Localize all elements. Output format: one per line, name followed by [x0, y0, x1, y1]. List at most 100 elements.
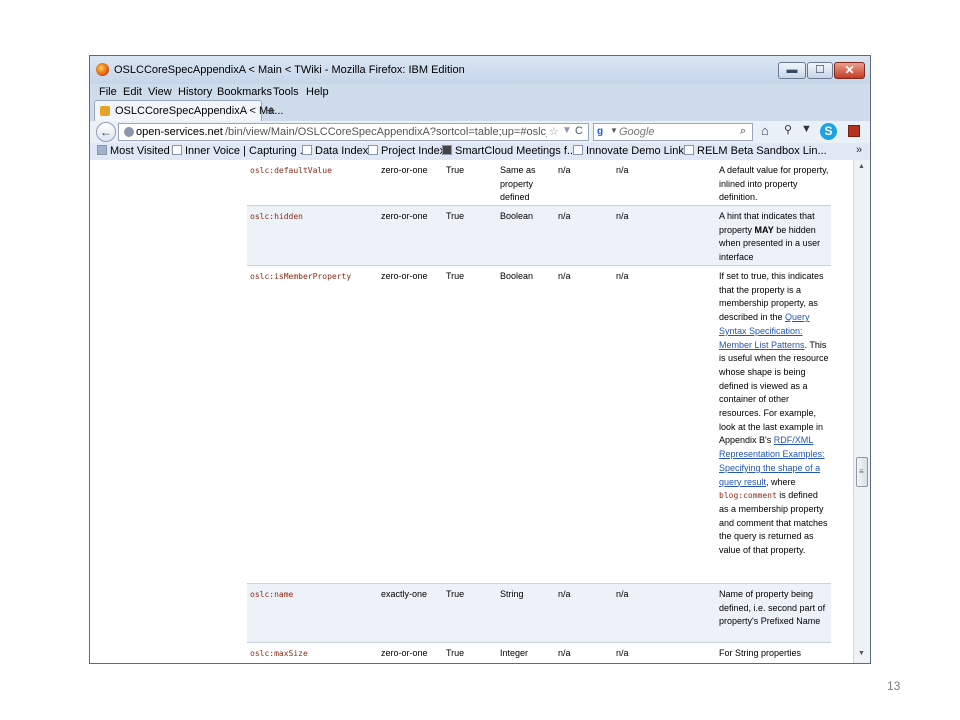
representation-cell: n/a [558, 589, 571, 599]
reload-icon[interactable]: C [575, 125, 583, 137]
menu-history[interactable]: History [178, 86, 212, 98]
occurs-cell: zero-or-one [381, 165, 428, 175]
read-only-cell: True [446, 271, 465, 281]
menu-file[interactable]: File [99, 86, 117, 98]
blog-comment-code: blog:comment [719, 491, 777, 501]
search-input[interactable]: Google [619, 126, 654, 138]
smartcloud-icon [442, 145, 452, 155]
menu-edit[interactable]: Edit [123, 86, 142, 98]
bookmark-project-index[interactable]: Project Index [368, 145, 445, 157]
description-cell: A default value for property, inlined in… [719, 165, 829, 203]
browser-window: OSLCCoreSpecAppendixA < Main < TWiki - M… [89, 55, 871, 664]
url-host: open-services.net [136, 126, 223, 138]
most-visited-icon [97, 145, 107, 155]
bookmark-smartcloud-meetings[interactable]: SmartCloud Meetings f... [442, 145, 576, 157]
new-tab-button[interactable]: + [262, 102, 280, 120]
menu-help[interactable]: Help [306, 86, 329, 98]
skype-icon[interactable]: S [820, 123, 837, 140]
page-icon [573, 145, 583, 155]
tab-strip: OSLCCoreSpecAppendixA < Ma... + [90, 100, 870, 121]
page-icon [684, 145, 694, 155]
value-type-cell: Same as property defined [500, 165, 536, 203]
description-cell: Name of property being defined, i.e. sec… [719, 589, 826, 627]
menu-tools[interactable]: Tools [273, 86, 299, 98]
grip-icon: ≡ [859, 467, 864, 476]
url-dropdown-icon[interactable]: ▼ [562, 125, 572, 136]
bookmark-data-index[interactable]: Data Index [302, 145, 368, 157]
read-only-cell: True [446, 589, 465, 599]
search-engine-dropdown-icon[interactable]: ▼ [610, 126, 618, 135]
menu-view[interactable]: View [148, 86, 172, 98]
close-window-button[interactable]: ✕ [834, 62, 865, 79]
occurs-cell: zero-or-one [381, 271, 428, 281]
addon-red-icon[interactable] [848, 125, 860, 137]
tab-title: OSLCCoreSpecAppendixA < Ma... [115, 105, 284, 117]
window-title: OSLCCoreSpecAppendixA < Main < TWiki - M… [114, 64, 465, 76]
scroll-up-arrow-icon[interactable]: ▲ [858, 163, 865, 170]
read-only-cell: True [446, 648, 465, 658]
bookmark-most-visited[interactable]: Most Visited [97, 145, 170, 157]
minimize-icon: ▬ [786, 64, 798, 76]
occurs-cell: zero-or-one [381, 648, 428, 658]
value-type-cell: Boolean [500, 271, 534, 281]
description-cell: For String properties [719, 648, 802, 658]
site-identity-icon[interactable] [124, 127, 134, 137]
back-button[interactable]: ← [96, 122, 116, 142]
maximize-button[interactable]: ☐ [807, 62, 833, 79]
google-icon[interactable]: g [597, 126, 608, 137]
bookmarks-overflow-icon[interactable]: » [856, 144, 862, 156]
property-name: oslc:defaultValue [250, 166, 332, 175]
representation-cell: n/a [558, 648, 571, 658]
representation-cell: n/a [558, 271, 571, 281]
home-icon[interactable]: ⌂ [761, 123, 769, 138]
close-icon: ✕ [844, 63, 855, 77]
value-type-cell: Boolean [500, 211, 534, 221]
search-bar[interactable]: g ▼ Google ⌕ [593, 123, 753, 141]
addon-dropdown-icon[interactable]: ▼ [801, 123, 812, 135]
title-bar: OSLCCoreSpecAppendixA < Main < TWiki - M… [90, 56, 870, 84]
representation-cell: n/a [558, 165, 571, 175]
bookmark-innovate-demo-links[interactable]: Innovate Demo Links [573, 145, 689, 157]
menu-bookmarks[interactable]: Bookmarks [217, 86, 272, 98]
addon-icon[interactable]: ⚲ [784, 123, 792, 136]
scrollbar-thumb[interactable]: ≡ [856, 457, 868, 487]
description-text: . This is useful when the resource whose… [719, 339, 829, 446]
menu-bar: File Edit View History Bookmarks Tools H… [90, 84, 870, 101]
representation-cell: n/a [558, 211, 571, 221]
range-cell: n/a [616, 211, 629, 221]
maximize-icon: ☐ [815, 64, 825, 76]
page-icon [172, 145, 182, 155]
bookmarks-toolbar: Most Visited Inner Voice | Capturing ...… [90, 143, 870, 161]
navigation-toolbar: ← open-services.net /bin/view/Main/OSLCC… [90, 121, 870, 143]
may-keyword: MAY [754, 224, 774, 235]
slide-page-number: 13 [887, 679, 901, 693]
read-only-cell: True [446, 165, 465, 175]
value-type-cell: String [500, 589, 524, 599]
bookmark-label: Data Index [315, 145, 369, 157]
range-cell: n/a [616, 648, 629, 658]
page-content: oslc:defaultValue zero-or-one True Same … [90, 160, 853, 663]
description-cell: If set to true, this indicates that the … [719, 270, 829, 558]
minimize-button[interactable]: ▬ [778, 62, 806, 79]
bookmark-inner-voice[interactable]: Inner Voice | Capturing ... [172, 145, 309, 157]
table-row: oslc:maxSize zero-or-one True Integer n/… [247, 643, 831, 663]
occurs-cell: exactly-one [381, 589, 428, 599]
property-name: oslc:maxSize [250, 649, 308, 658]
search-go-icon[interactable]: ⌕ [740, 125, 746, 138]
scroll-down-arrow-icon[interactable]: ▼ [858, 650, 865, 657]
bookmark-relm-beta-sandbox[interactable]: RELM Beta Sandbox Lin... [684, 145, 827, 157]
value-type-cell: Integer [500, 648, 529, 658]
range-cell: n/a [616, 589, 629, 599]
firefox-logo-icon [96, 63, 109, 76]
vertical-scrollbar[interactable]: ▲ ≡ ▼ [853, 160, 870, 663]
address-bar[interactable]: open-services.net /bin/view/Main/OSLCCor… [118, 123, 589, 141]
property-name: oslc:name [250, 590, 294, 599]
description-cell: A hint that indicates that property MAY … [719, 210, 829, 265]
tab-oslc-appendix[interactable]: OSLCCoreSpecAppendixA < Ma... [94, 100, 283, 121]
read-only-cell: True [446, 211, 465, 221]
table-row: oslc:name exactly-one True String n/a n/… [247, 584, 831, 643]
property-name: oslc:isMemberProperty [250, 272, 352, 281]
description-text: , where [766, 476, 796, 487]
bookmark-star-icon[interactable]: ☆ [549, 125, 559, 138]
bookmark-label: Inner Voice | Capturing ... [185, 145, 309, 157]
